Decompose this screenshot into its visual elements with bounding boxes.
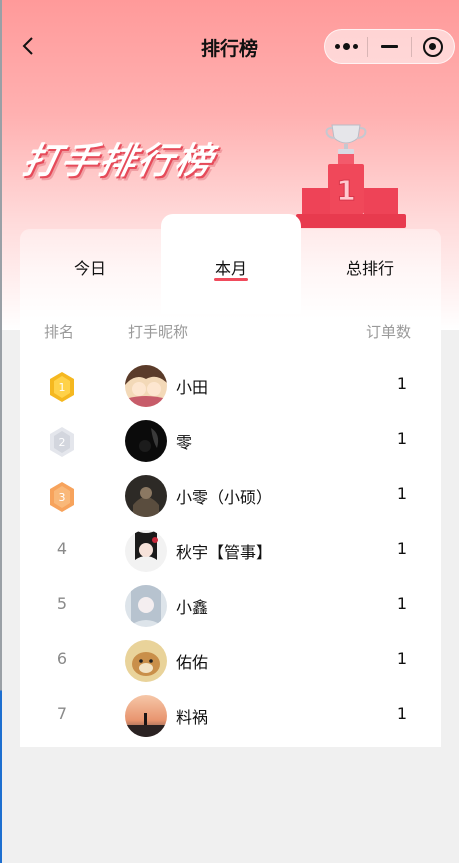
gold-medal-icon: 1	[50, 372, 74, 402]
svg-text:3: 3	[59, 491, 66, 504]
player-name: 佑佑	[176, 653, 209, 672]
order-count: 1	[396, 484, 407, 503]
svg-text:1: 1	[336, 174, 355, 207]
avatar	[125, 695, 167, 737]
rank-number: 6	[56, 649, 68, 668]
column-header-rank: 排名	[44, 323, 75, 341]
table-row[interactable]: 2 零 1	[20, 414, 441, 469]
table-row[interactable]: 4 秋宇【管事】 1	[20, 524, 441, 579]
minimize-button[interactable]	[368, 30, 410, 63]
order-count: 1	[396, 704, 407, 723]
silver-medal-icon: 2	[50, 427, 74, 457]
order-count: 1	[396, 429, 407, 448]
order-count: 1	[396, 374, 407, 393]
more-button[interactable]	[325, 30, 367, 63]
player-name: 小零（小硕）	[176, 488, 273, 507]
svg-text:1: 1	[59, 381, 66, 394]
rank-number: 5	[56, 594, 68, 613]
tab-all-time[interactable]: 总排行	[300, 255, 440, 279]
avatar	[125, 475, 167, 517]
mini-program-capsule	[324, 29, 455, 64]
avatar	[125, 530, 167, 572]
trophy-podium-icon: 1	[296, 124, 406, 228]
order-count: 1	[396, 539, 407, 558]
tab-active-indicator	[214, 278, 248, 281]
bronze-medal-icon: 3	[50, 482, 74, 512]
target-circle-icon	[422, 36, 443, 57]
avatar	[125, 365, 167, 407]
rank-number: 7	[56, 704, 68, 723]
table-row[interactable]: 1 小田 1	[20, 359, 441, 414]
tab-today[interactable]: 今日	[20, 255, 160, 279]
column-header-orders: 订单数	[366, 323, 412, 341]
rank-number: 4	[56, 539, 68, 558]
player-name: 小鑫	[176, 598, 209, 617]
player-name: 零	[176, 433, 193, 452]
avatar	[125, 640, 167, 682]
close-button[interactable]	[412, 30, 454, 63]
table-row[interactable]: 5 小鑫 1	[20, 579, 441, 634]
table-row[interactable]: 7 料祸 1	[20, 689, 441, 744]
order-count: 1	[396, 649, 407, 668]
table-row[interactable]: 6 佑佑 1	[20, 634, 441, 689]
avatar	[125, 420, 167, 462]
window-edge	[0, 0, 2, 863]
order-count: 1	[396, 594, 407, 613]
svg-text:2: 2	[59, 436, 66, 449]
player-name: 料祸	[176, 708, 209, 727]
hero-title: 打手排行榜	[18, 141, 218, 182]
column-header-name: 打手昵称	[128, 323, 189, 341]
player-name: 秋宇【管事】	[176, 543, 273, 562]
player-name: 小田	[176, 378, 209, 397]
minus-icon	[380, 45, 398, 48]
avatar	[125, 585, 167, 627]
more-dots-icon	[334, 43, 358, 50]
tab-month[interactable]: 本月	[161, 255, 301, 279]
navigation-bar: 排行榜	[0, 0, 459, 94]
table-row[interactable]: 3 小零（小硕） 1	[20, 469, 441, 524]
